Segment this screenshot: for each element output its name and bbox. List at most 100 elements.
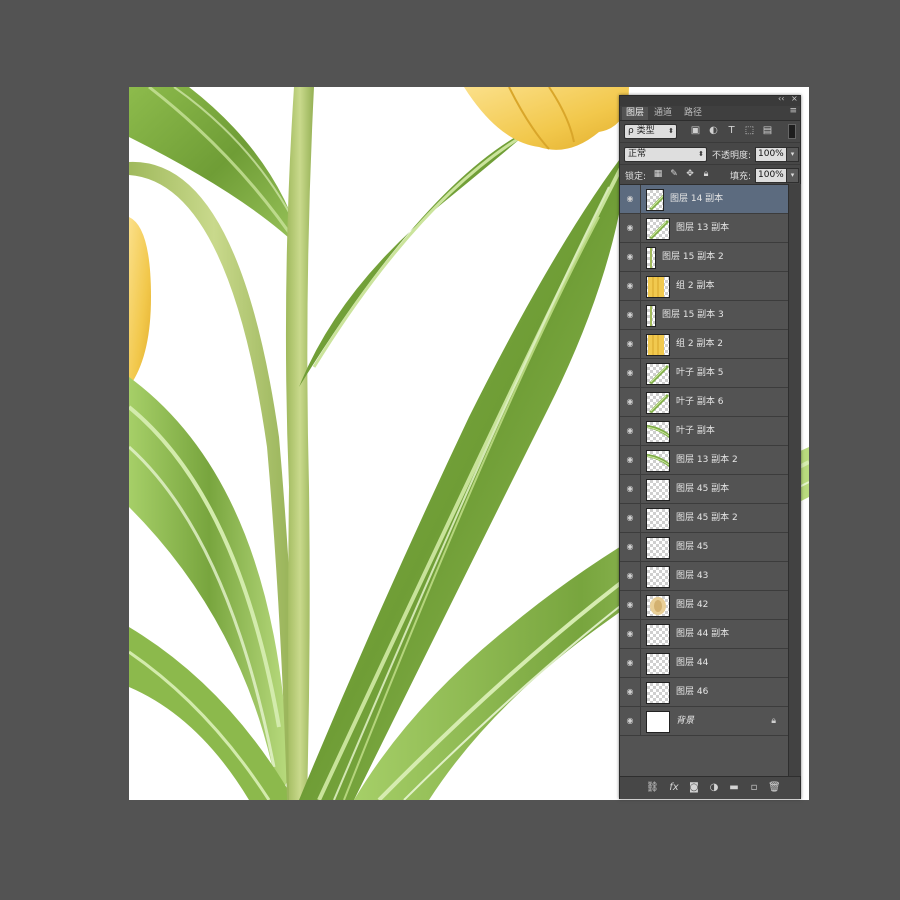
visibility-toggle[interactable]: ◉ bbox=[620, 591, 641, 619]
layer-name[interactable]: 图层 46 bbox=[676, 678, 708, 706]
layer-name[interactable]: 组 2 副本 2 bbox=[676, 330, 723, 358]
layer-name[interactable]: 图层 42 bbox=[676, 591, 708, 619]
visibility-toggle[interactable]: ◉ bbox=[620, 475, 641, 503]
tab-paths[interactable]: 路径 bbox=[680, 107, 706, 120]
visibility-toggle[interactable]: ◉ bbox=[620, 272, 641, 300]
layer-name[interactable]: 图层 45 副本 2 bbox=[676, 504, 738, 532]
fill-input[interactable]: 100% bbox=[755, 168, 787, 183]
layer-row[interactable]: ◉ 图层 45 副本 bbox=[620, 475, 788, 504]
eye-icon[interactable]: ◉ bbox=[625, 514, 635, 522]
layer-name[interactable]: 叶子 副本 6 bbox=[676, 388, 723, 416]
layer-row[interactable]: ◉ 图层 45 bbox=[620, 533, 788, 562]
new-adjustment-icon[interactable]: ◑ bbox=[708, 782, 720, 794]
layer-name[interactable]: 图层 15 副本 3 bbox=[662, 301, 724, 329]
layer-name[interactable]: 背景 bbox=[676, 707, 694, 735]
eye-icon[interactable]: ◉ bbox=[625, 282, 635, 290]
visibility-toggle[interactable]: ◉ bbox=[620, 243, 641, 271]
lock-position-icon[interactable]: ✥ bbox=[685, 169, 695, 179]
layer-style-icon[interactable]: fx bbox=[668, 782, 680, 794]
opacity-dropdown-icon[interactable]: ▾ bbox=[786, 147, 799, 162]
layers-scrollbar[interactable] bbox=[788, 184, 801, 776]
layer-name[interactable]: 图层 14 副本 bbox=[670, 185, 723, 213]
blend-mode-select[interactable]: 正常 ⬍ bbox=[624, 147, 707, 162]
visibility-toggle[interactable]: ◉ bbox=[620, 620, 641, 648]
eye-icon[interactable]: ◉ bbox=[625, 601, 635, 609]
layer-row[interactable]: ◉ 叶子 副本 6 bbox=[620, 388, 788, 417]
eye-icon[interactable]: ◉ bbox=[625, 369, 635, 377]
layer-row[interactable]: ◉ 图层 45 副本 2 bbox=[620, 504, 788, 533]
layer-row[interactable]: ◉ 叶子 副本 5 bbox=[620, 359, 788, 388]
visibility-toggle[interactable]: ◉ bbox=[620, 504, 641, 532]
type-filter-icon[interactable]: T bbox=[726, 125, 737, 136]
background-lock-icon[interactable]: 🔒︎ bbox=[771, 716, 776, 726]
layer-row[interactable]: ◉ 图层 15 副本 3 bbox=[620, 301, 788, 330]
layer-name[interactable]: 叶子 副本 bbox=[676, 417, 715, 445]
background-layer-row[interactable]: ◉ 背景 🔒︎ bbox=[620, 707, 788, 736]
eye-icon[interactable]: ◉ bbox=[625, 224, 635, 232]
layer-row[interactable]: ◉ 图层 13 副本 2 bbox=[620, 446, 788, 475]
visibility-toggle[interactable]: ◉ bbox=[620, 388, 641, 416]
layer-name[interactable]: 图层 45 bbox=[676, 533, 708, 561]
pixel-filter-icon[interactable]: ▣ bbox=[690, 125, 701, 136]
visibility-toggle[interactable]: ◉ bbox=[620, 359, 641, 387]
layer-row[interactable]: ◉ 图层 15 副本 2 bbox=[620, 243, 788, 272]
layer-name[interactable]: 叶子 副本 5 bbox=[676, 359, 723, 387]
visibility-toggle[interactable]: ◉ bbox=[620, 417, 641, 445]
eye-icon[interactable]: ◉ bbox=[625, 311, 635, 319]
visibility-toggle[interactable]: ◉ bbox=[620, 649, 641, 677]
delete-layer-icon[interactable]: 🗑︎ bbox=[768, 782, 781, 794]
eye-icon[interactable]: ◉ bbox=[625, 398, 635, 406]
layer-name[interactable]: 组 2 副本 bbox=[676, 272, 714, 300]
layer-row[interactable]: ◉ 图层 14 副本 bbox=[620, 185, 788, 214]
layer-name[interactable]: 图层 44 副本 bbox=[676, 620, 729, 648]
eye-icon[interactable]: ◉ bbox=[625, 717, 635, 725]
new-group-icon[interactable]: ▬ bbox=[728, 782, 740, 794]
layer-row[interactable]: ◉ 图层 44 bbox=[620, 649, 788, 678]
filter-kind-select[interactable]: ρ 类型 ⬍ bbox=[624, 124, 677, 139]
eye-icon[interactable]: ◉ bbox=[625, 543, 635, 551]
visibility-toggle[interactable]: ◉ bbox=[620, 562, 641, 590]
visibility-toggle[interactable]: ◉ bbox=[620, 707, 641, 735]
eye-icon[interactable]: ◉ bbox=[625, 427, 635, 435]
visibility-toggle[interactable]: ◉ bbox=[620, 533, 641, 561]
eye-icon[interactable]: ◉ bbox=[625, 456, 635, 464]
eye-icon[interactable]: ◉ bbox=[625, 572, 635, 580]
tab-layers[interactable]: 图层 bbox=[622, 107, 649, 120]
eye-icon[interactable]: ◉ bbox=[625, 688, 635, 696]
layer-row[interactable]: ◉ 叶子 副本 bbox=[620, 417, 788, 446]
tab-channels[interactable]: 通道 bbox=[650, 107, 676, 120]
layer-name[interactable]: 图层 45 副本 bbox=[676, 475, 729, 503]
eye-icon[interactable]: ◉ bbox=[625, 659, 635, 667]
eye-icon[interactable]: ◉ bbox=[625, 340, 635, 348]
eye-icon[interactable]: ◉ bbox=[625, 630, 635, 638]
opacity-input[interactable]: 100% bbox=[755, 147, 787, 162]
layer-row[interactable]: ◉ 图层 42 bbox=[620, 591, 788, 620]
layer-row[interactable]: ◉ 组 2 副本 bbox=[620, 272, 788, 301]
layer-row[interactable]: ◉ 图层 44 副本 bbox=[620, 620, 788, 649]
layer-name[interactable]: 图层 43 bbox=[676, 562, 708, 590]
lock-all-icon[interactable]: 🔒︎ bbox=[701, 169, 711, 179]
eye-icon[interactable]: ◉ bbox=[625, 195, 635, 203]
filter-toggle-switch[interactable] bbox=[788, 124, 796, 139]
layer-row[interactable]: ◉ 图层 43 bbox=[620, 562, 788, 591]
layer-name[interactable]: 图层 13 副本 2 bbox=[676, 446, 738, 474]
new-layer-icon[interactable]: ▫ bbox=[748, 782, 760, 794]
layer-name[interactable]: 图层 44 bbox=[676, 649, 708, 677]
lock-image-icon[interactable]: ✎ bbox=[669, 169, 679, 179]
layer-name[interactable]: 图层 13 副本 bbox=[676, 214, 729, 242]
fill-dropdown-icon[interactable]: ▾ bbox=[786, 168, 799, 183]
visibility-toggle[interactable]: ◉ bbox=[620, 185, 641, 213]
close-panel-button[interactable]: × bbox=[791, 94, 798, 103]
visibility-toggle[interactable]: ◉ bbox=[620, 330, 641, 358]
visibility-toggle[interactable]: ◉ bbox=[620, 301, 641, 329]
layer-row[interactable]: ◉ 图层 46 bbox=[620, 678, 788, 707]
lock-transparent-icon[interactable]: ▦ bbox=[653, 169, 663, 179]
layer-name[interactable]: 图层 15 副本 2 bbox=[662, 243, 724, 271]
visibility-toggle[interactable]: ◉ bbox=[620, 678, 641, 706]
add-mask-icon[interactable]: ◙ bbox=[688, 782, 700, 794]
shape-filter-icon[interactable]: ⬚ bbox=[744, 125, 755, 136]
eye-icon[interactable]: ◉ bbox=[625, 485, 635, 493]
panel-menu-icon[interactable]: ≡ bbox=[789, 106, 797, 116]
layer-row[interactable]: ◉ 组 2 副本 2 bbox=[620, 330, 788, 359]
smart-object-filter-icon[interactable]: ▤ bbox=[762, 125, 773, 136]
